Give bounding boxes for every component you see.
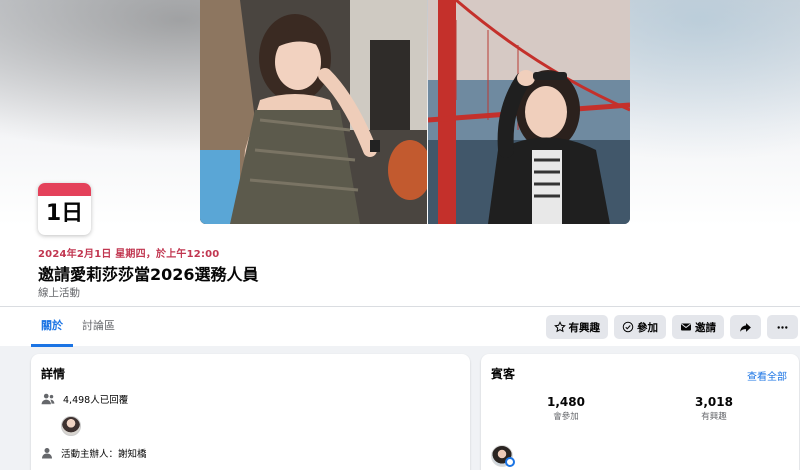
date-card-day: 1日 (45, 201, 84, 226)
event-actions: 有興趣 參加 邀請 (545, 315, 798, 339)
person-icon (42, 448, 52, 459)
event-title: 邀請愛莉莎莎當2026選務人員 (38, 265, 259, 284)
envelope-icon (681, 323, 691, 331)
share-button[interactable] (730, 315, 761, 339)
guests-heading: 賓客 (491, 367, 516, 381)
host-row: 活動主辦人：謝知橋 (41, 446, 147, 460)
interested-stat[interactable]: 3,018 有興趣 (674, 395, 754, 422)
event-type: 線上活動 (38, 287, 80, 299)
star-icon (553, 321, 566, 333)
tab-about[interactable]: 關於 (31, 307, 73, 347)
interested-button-label: 有興趣 (568, 321, 601, 334)
event-datetime: 2024年2月1日 星期四，於上午12:00 (38, 249, 220, 260)
more-options-button[interactable] (767, 315, 798, 339)
tab-discussion[interactable]: 討論區 (72, 307, 125, 347)
details-heading: 詳情 (41, 367, 66, 381)
responder-avatar[interactable] (61, 416, 81, 436)
going-label: 會參加 (553, 412, 579, 422)
check-circle-icon (622, 321, 634, 333)
status-badge (505, 457, 515, 467)
invite-button-label: 邀請 (695, 321, 716, 334)
responded-row: 4,498人已回覆 (41, 392, 128, 406)
going-stat[interactable]: 1,480 會參加 (526, 395, 606, 422)
going-button[interactable]: 參加 (614, 315, 666, 339)
interested-count: 3,018 (695, 395, 733, 409)
event-tab-bar: 關於 討論區 有興趣 參加 邀請 (0, 306, 800, 347)
event-header: 1日 2024年2月1日 星期四，於上午12:00 邀請愛莉莎莎當2026選務人… (0, 0, 800, 306)
date-card: 1日 (38, 183, 91, 235)
interested-button[interactable]: 有興趣 (545, 315, 608, 339)
people-icon (41, 393, 55, 405)
share-arrow-icon (740, 322, 751, 332)
more-dots-icon (777, 325, 788, 329)
host-name: 活動主辦人：謝知橋 (61, 449, 147, 460)
cover-photo-left (200, 0, 427, 224)
invite-button[interactable]: 邀請 (672, 315, 724, 339)
responded-count: 4,498人已回覆 (63, 395, 129, 406)
going-button-label: 參加 (637, 321, 658, 334)
calendar-top-strip (38, 183, 91, 196)
see-all-link[interactable]: 查看全部 (747, 368, 787, 383)
cover-photo[interactable] (200, 0, 630, 224)
interested-label: 有興趣 (701, 412, 727, 422)
going-count: 1,480 (547, 395, 585, 409)
cover-photo-right (428, 0, 630, 224)
